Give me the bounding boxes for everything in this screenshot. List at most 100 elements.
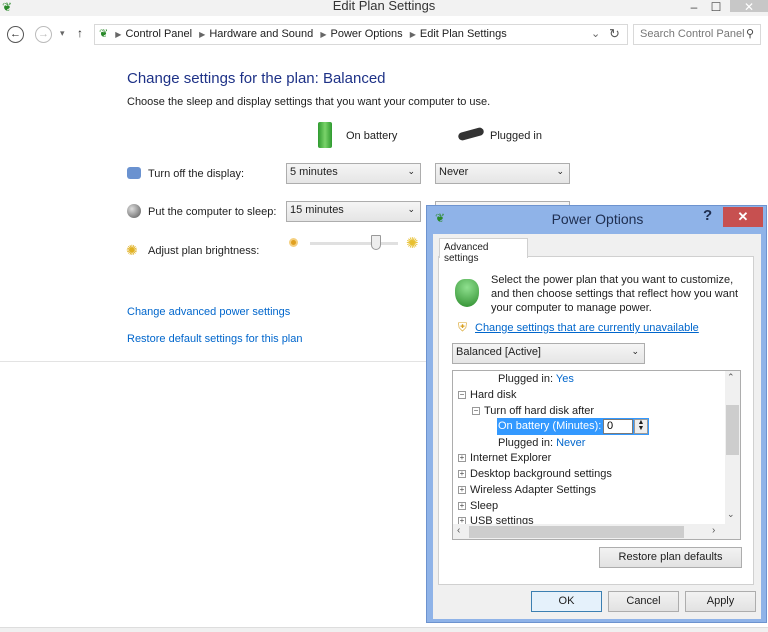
plugged-in-header: Plugged in xyxy=(490,130,542,142)
horizontal-scroll-thumb[interactable] xyxy=(469,526,684,538)
address-bar[interactable]: ❦ ▶ Control Panel ▶ Hardware and Sound ▶ Po… xyxy=(94,24,628,45)
plan-select[interactable]: Balanced [Active] ⌄ xyxy=(452,343,645,364)
tree-item-label: Hard disk xyxy=(470,389,517,401)
dim-brightness-icon xyxy=(289,238,298,247)
back-button[interactable]: ← xyxy=(7,26,24,43)
plan-select-value: Balanced [Active] xyxy=(456,346,541,358)
on-battery-header: On battery xyxy=(346,130,398,142)
tree-item-internet-explorer[interactable]: + Internet Explorer xyxy=(458,452,551,464)
tree-item-hard-disk[interactable]: − Hard disk xyxy=(458,389,516,401)
display-battery-select[interactable]: 5 minutes ⌄ xyxy=(286,163,421,184)
breadcrumb-power-options[interactable]: Power Options xyxy=(327,25,407,44)
brightness-icon: ✺ xyxy=(126,242,138,258)
horizontal-scrollbar[interactable]: ‹ › xyxy=(453,524,740,539)
page-title: Change settings for the plan: Balanced xyxy=(127,70,386,87)
tree-item-plugged-in[interactable]: Plugged in: Never xyxy=(498,437,585,449)
window-title: Edit Plan Settings xyxy=(332,0,436,13)
forward-button[interactable]: → xyxy=(35,26,52,43)
breadcrumb-edit-plan-settings[interactable]: Edit Plan Settings xyxy=(416,25,511,44)
turn-off-display-label: Turn off the display: xyxy=(148,168,244,180)
scroll-left-icon[interactable]: ‹ xyxy=(457,525,460,536)
scroll-down-icon[interactable]: ⌄ xyxy=(727,509,735,520)
tree-item-label: Wireless Adapter Settings xyxy=(470,484,596,496)
tree-item-label: Internet Explorer xyxy=(470,452,552,464)
breadcrumb-control-panel[interactable]: Control Panel xyxy=(121,25,196,44)
search-placeholder: Search Control Panel xyxy=(640,28,745,40)
address-dropdown-button[interactable]: ⌄ xyxy=(591,27,600,40)
up-button[interactable]: ↑ xyxy=(77,26,83,40)
setting-label: On battery (Minutes): xyxy=(498,420,602,432)
maximize-button[interactable]: ☐ xyxy=(708,0,724,14)
minimize-button[interactable]: – xyxy=(686,0,702,14)
setting-value[interactable]: Yes xyxy=(556,373,574,385)
breadcrumb-hardware-and-sound[interactable]: Hardware and Sound xyxy=(205,25,317,44)
status-bar xyxy=(0,627,768,632)
brightness-slider-thumb[interactable] xyxy=(371,235,381,250)
brightness-slider[interactable] xyxy=(310,235,398,250)
scroll-up-icon[interactable]: ⌃ xyxy=(727,372,735,383)
tab-advanced-settings[interactable]: Advanced settings xyxy=(439,238,528,264)
tree-item-turn-off-hard-disk[interactable]: − Turn off hard disk after xyxy=(472,405,594,417)
apply-button[interactable]: Apply xyxy=(685,591,756,612)
chevron-down-icon: ⌄ xyxy=(407,166,415,176)
sleep-battery-select[interactable]: 15 minutes ⌄ xyxy=(286,201,421,222)
recent-pages-button[interactable]: ▾ xyxy=(60,28,65,39)
dialog-body: Advanced settings Select the power plan … xyxy=(433,234,761,619)
close-button[interactable]: ✕ xyxy=(730,0,768,14)
expand-icon[interactable]: + xyxy=(458,486,466,495)
help-button[interactable]: ? xyxy=(703,207,712,224)
chevron-down-icon: ⌄ xyxy=(556,166,564,176)
control-panel-icon: ❦ xyxy=(99,28,109,40)
refresh-button[interactable]: ↻ xyxy=(609,26,620,42)
search-icon: ⚲ xyxy=(745,28,754,40)
plug-icon xyxy=(457,126,485,142)
expand-icon[interactable]: + xyxy=(458,502,466,511)
tree-item-wireless-adapter[interactable]: + Wireless Adapter Settings xyxy=(458,484,596,496)
tree-item-plugged-in[interactable]: Plugged in: Yes xyxy=(498,373,574,385)
on-battery-minutes-input[interactable]: 0 xyxy=(603,419,633,434)
power-options-dialog: ❦ Power Options ? ✕ Advanced settings Se… xyxy=(426,205,767,623)
dialog-title: Power Options xyxy=(551,211,644,227)
change-unavailable-settings-link[interactable]: Change settings that are currently unava… xyxy=(475,322,699,334)
setting-value[interactable]: Never xyxy=(556,437,585,449)
restore-plan-defaults-button[interactable]: Restore plan defaults xyxy=(599,547,742,568)
cancel-button[interactable]: Cancel xyxy=(608,591,679,612)
divider xyxy=(0,361,426,362)
search-input[interactable]: Search Control Panel ⚲ xyxy=(633,24,761,45)
expand-icon[interactable]: + xyxy=(458,470,466,479)
title-bar: ❦ Edit Plan Settings – ☐ ✕ xyxy=(0,0,768,16)
dialog-close-button[interactable]: ✕ xyxy=(723,207,763,227)
expand-icon[interactable]: + xyxy=(458,454,466,463)
bright-brightness-icon: ✺ xyxy=(406,235,419,252)
power-plan-icon xyxy=(455,279,479,307)
tab-panel: Select the power plan that you want to c… xyxy=(438,256,754,585)
scroll-right-icon[interactable]: › xyxy=(712,525,715,536)
dialog-intro: Select the power plan that you want to c… xyxy=(491,274,739,314)
shield-icon: ⛨ xyxy=(458,320,468,334)
tree-item-desktop-background[interactable]: + Desktop background settings xyxy=(458,468,612,480)
ok-button[interactable]: OK xyxy=(531,591,602,612)
chevron-down-icon: ⌄ xyxy=(631,346,639,356)
display-plugged-value: Never xyxy=(439,166,469,178)
collapse-icon[interactable]: − xyxy=(458,391,466,400)
tree-item-label: Sleep xyxy=(470,500,499,512)
sleep-battery-value: 15 minutes xyxy=(290,204,344,216)
display-icon xyxy=(127,167,141,179)
sleep-label: Put the computer to sleep: xyxy=(148,206,277,218)
settings-tree[interactable]: Plugged in: Yes − Hard disk − Turn off har… xyxy=(452,370,741,540)
tree-item-label: Turn off hard disk after xyxy=(484,405,595,417)
brightness-label: Adjust plan brightness: xyxy=(148,245,260,257)
display-battery-value: 5 minutes xyxy=(290,166,338,178)
change-advanced-settings-link[interactable]: Change advanced power settings xyxy=(127,306,290,318)
page-subtitle: Choose the sleep and display settings th… xyxy=(127,96,491,108)
vertical-scrollbar[interactable]: ⌃ ⌄ xyxy=(725,371,740,524)
tree-item-sleep[interactable]: + Sleep xyxy=(458,500,498,512)
vertical-scroll-thumb[interactable] xyxy=(726,405,739,455)
tree-item-label: Desktop background settings xyxy=(470,468,612,480)
collapse-icon[interactable]: − xyxy=(472,407,480,416)
setting-label: Plugged in: xyxy=(498,373,554,385)
sleep-icon xyxy=(127,204,141,218)
restore-defaults-link[interactable]: Restore default settings for this plan xyxy=(127,333,302,345)
display-plugged-select[interactable]: Never ⌄ xyxy=(435,163,570,184)
minutes-spinner[interactable]: ▲ ▼ xyxy=(634,419,648,434)
